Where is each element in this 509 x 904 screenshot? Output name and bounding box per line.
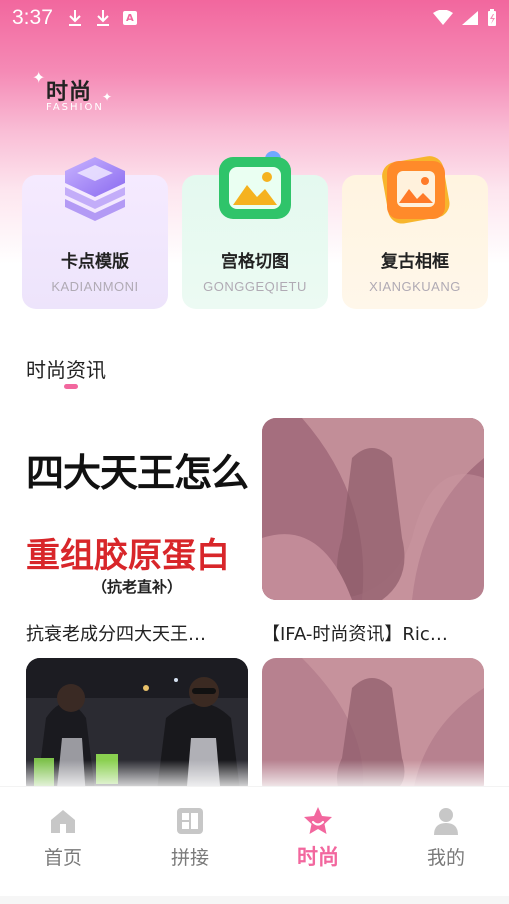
notification-a-icon: A: [122, 11, 137, 25]
card-kadian-template[interactable]: 卡点模版 KADIANMONI: [22, 157, 168, 309]
sparkle-icon: ✦: [32, 68, 46, 87]
orange-image-icon: [382, 156, 450, 224]
thumb-subheadline: 重组胶原蛋白: [26, 536, 230, 576]
news-thumbnail[interactable]: 四大天王怎么 重组胶原蛋白 （抗老直补）: [26, 418, 248, 600]
fashion-photo: [262, 418, 484, 600]
download-icon: [96, 10, 109, 26]
card-title: 宫格切图: [221, 252, 289, 272]
news-caption[interactable]: 【IFA-时尚资讯】Ric…: [262, 620, 484, 646]
brand-logo: ✦ 时尚 FASHION ✦: [32, 68, 122, 118]
tab-label: 拼接: [170, 847, 209, 869]
thumb-headline: 四大天王怎么: [26, 451, 248, 495]
card-subtitle: XIANGKUANG: [369, 279, 461, 294]
card-title: 复古相框: [381, 252, 449, 272]
star-icon: [304, 807, 332, 834]
card-title: 卡点模版: [61, 252, 129, 272]
status-time: 3:37: [12, 6, 53, 29]
news-thumbnail[interactable]: [262, 418, 484, 600]
wifi-icon: [433, 10, 453, 25]
status-bar: 3:37 A: [0, 0, 509, 36]
brand-subtitle: FASHION: [46, 102, 104, 113]
home-icon: [51, 810, 75, 833]
tab-collage[interactable]: 拼接: [140, 805, 240, 875]
card-subtitle: KADIANMONI: [51, 279, 139, 294]
download-icon: [68, 10, 81, 26]
stack-layers-icon: [65, 157, 125, 221]
news-caption[interactable]: 抗衰老成分四大天王…: [26, 620, 248, 646]
green-image-icon: [219, 151, 291, 219]
collage-icon: [177, 808, 203, 834]
section-title: 时尚资讯: [26, 358, 106, 382]
tab-profile[interactable]: 我的: [396, 805, 496, 875]
sparkle-icon: ✦: [102, 90, 113, 104]
tab-home[interactable]: 首页: [13, 805, 113, 875]
card-vintage-frame[interactable]: 复古相框 XIANGKUANG: [342, 156, 488, 309]
card-grid-crop[interactable]: 宫格切图 GONGGEQIETU: [182, 151, 328, 309]
tab-fashion[interactable]: 时尚: [268, 805, 368, 875]
thumb-note: （抗老直补）: [91, 578, 182, 596]
bottom-tab-bar: 首页 拼接 时尚 我的: [0, 786, 509, 904]
gesture-bar-area: [0, 896, 509, 904]
tab-label: 首页: [43, 847, 82, 869]
feature-cards: 卡点模版 KADIANMONI 宫格切图 GONGGEQIETU 复古相框 XI…: [22, 151, 488, 309]
section-title-underline: [64, 384, 78, 389]
card-subtitle: GONGGEQIETU: [203, 279, 307, 294]
tab-label: 我的: [426, 847, 465, 869]
profile-icon: [434, 808, 458, 835]
signal-icon: [462, 11, 478, 25]
tab-label: 时尚: [297, 845, 339, 869]
battery-icon: [488, 9, 496, 26]
